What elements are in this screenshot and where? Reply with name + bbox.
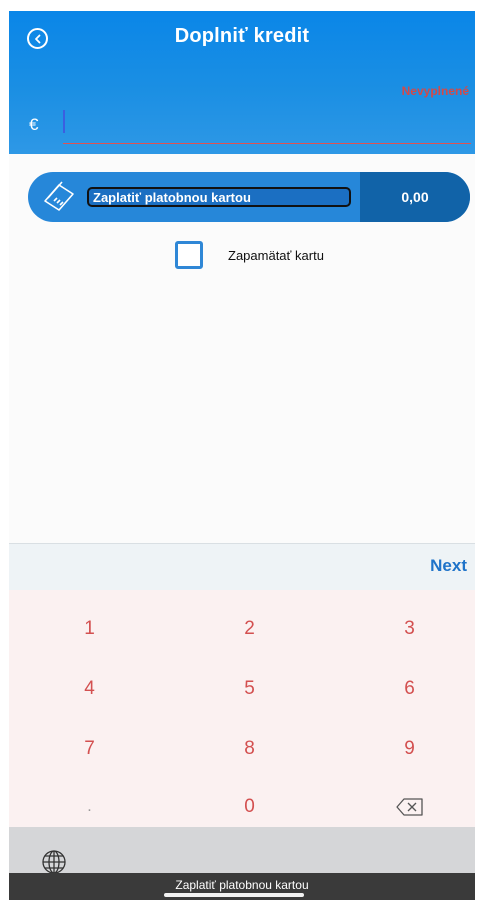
remember-card-row[interactable]: Zapamätať kartu — [175, 241, 324, 269]
remember-card-label: Zapamätať kartu — [228, 247, 324, 263]
pay-amount: 0,00 — [401, 189, 429, 205]
amount-input[interactable] — [69, 109, 464, 137]
key-4[interactable]: 4 — [12, 660, 167, 718]
next-button[interactable]: Next — [430, 556, 467, 576]
key-7[interactable]: 7 — [12, 720, 167, 778]
keyboard-toolbar: Next — [9, 543, 475, 590]
remember-card-checkbox[interactable] — [175, 241, 203, 269]
keyboard-bottom-bar — [9, 827, 475, 877]
key-1[interactable]: 1 — [12, 600, 167, 658]
key-3[interactable]: 3 — [332, 600, 475, 658]
credit-card-icon — [44, 181, 74, 211]
pay-with-card-button[interactable]: Zaplatiť platobnou kartou 0,00 — [28, 172, 470, 222]
input-underline — [63, 143, 471, 144]
currency-symbol: € — [29, 115, 39, 134]
key-9[interactable]: 9 — [332, 720, 475, 778]
pay-amount-area: 0,00 — [360, 172, 470, 222]
pay-label-focus: Zaplatiť platobnou kartou — [87, 187, 351, 207]
key-2[interactable]: 2 — [172, 600, 327, 658]
app-screen: Doplniť kredit Nevyplnené € Zaplatiť pla… — [9, 11, 475, 900]
header: Doplniť kredit Nevyplnené € — [9, 11, 475, 154]
home-indicator[interactable] — [164, 893, 304, 897]
backspace-icon — [395, 798, 423, 816]
page-title: Doplniť kredit — [174, 25, 310, 47]
text-cursor — [63, 110, 65, 133]
key-5[interactable]: 5 — [172, 660, 327, 718]
globe-icon[interactable] — [41, 849, 67, 875]
key-8[interactable]: 8 — [172, 720, 327, 778]
key-6[interactable]: 6 — [332, 660, 475, 718]
validation-error: Nevyplnené — [401, 84, 469, 98]
pay-button-label: Zaplatiť platobnou kartou — [93, 189, 251, 205]
numeric-keypad: 1 2 3 4 5 6 7 8 9 . 0 — [9, 590, 475, 827]
